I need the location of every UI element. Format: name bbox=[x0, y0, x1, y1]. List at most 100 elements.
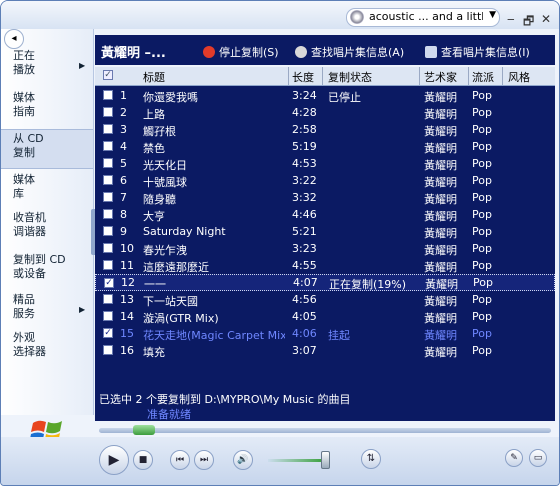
track-checkbox[interactable]: ✓ bbox=[104, 278, 114, 288]
track-artist: 黃耀明 bbox=[424, 312, 457, 325]
column-divider[interactable] bbox=[468, 67, 469, 85]
column-length[interactable]: 长度 bbox=[292, 69, 314, 85]
now-playing-box[interactable]: acoustic ... and a little r ▼ bbox=[346, 8, 500, 27]
column-copy-status[interactable]: 复制状态 bbox=[328, 69, 372, 85]
track-length: 4:46 bbox=[292, 208, 317, 221]
nav-item[interactable]: 媒体 指南 bbox=[1, 89, 93, 127]
nav-item[interactable]: 收音机 调谐器 bbox=[1, 209, 93, 247]
track-row[interactable]: 3 觸孖根 2:58 黃耀明 Pop bbox=[95, 121, 555, 138]
track-checkbox[interactable] bbox=[103, 158, 113, 168]
track-title: 禁色 bbox=[143, 142, 165, 155]
chevron-down-icon[interactable]: ▼ bbox=[489, 10, 496, 20]
stop-copy-label: 停止复制(S) bbox=[219, 46, 279, 59]
close-button[interactable]: ✕ bbox=[541, 12, 551, 26]
volume-thumb[interactable] bbox=[321, 451, 330, 469]
seek-track[interactable] bbox=[99, 428, 551, 433]
track-number: 2 bbox=[120, 106, 127, 119]
track-artist: 黃耀明 bbox=[424, 108, 457, 121]
nav-item[interactable]: 从 CD 复制 bbox=[1, 129, 93, 169]
track-row[interactable]: 14 漩渦(GTR Mix) 4:05 黃耀明 Pop bbox=[95, 308, 555, 325]
stop-button[interactable]: ■ bbox=[133, 450, 153, 470]
track-number: 15 bbox=[120, 327, 134, 340]
play-button[interactable]: ▶ bbox=[99, 445, 129, 475]
nav-item-label: 媒体 指南 bbox=[13, 91, 35, 118]
seek-thumb[interactable] bbox=[133, 425, 155, 435]
track-checkbox[interactable] bbox=[103, 209, 113, 219]
shuffle-button[interactable]: ⇅ bbox=[361, 449, 381, 469]
nav-item[interactable]: 复制到 CD 或设备 bbox=[1, 251, 93, 289]
column-genre[interactable]: 流派 bbox=[472, 69, 494, 85]
now-playing-title: acoustic ... and a little r bbox=[369, 10, 483, 23]
track-checkbox[interactable] bbox=[103, 294, 113, 304]
track-checkbox[interactable] bbox=[103, 192, 113, 202]
nav-item[interactable]: 外观 选择器 bbox=[1, 329, 93, 367]
track-checkbox[interactable] bbox=[103, 141, 113, 151]
track-genre: Pop bbox=[472, 242, 492, 255]
track-artist: 黃耀明 bbox=[424, 227, 457, 240]
track-checkbox[interactable]: ✓ bbox=[103, 328, 113, 338]
select-all-checkbox[interactable]: ✓ bbox=[103, 70, 113, 80]
collapse-icon[interactable]: ◂ bbox=[4, 29, 24, 49]
column-artist[interactable]: 艺术家 bbox=[424, 69, 457, 85]
nav-item[interactable]: 正在 播放 ▶ bbox=[1, 47, 93, 85]
find-album-info-button[interactable]: 查找唱片集信息(A) bbox=[295, 44, 404, 60]
minimize-button[interactable]: ‒ bbox=[507, 12, 515, 26]
track-genre: Pop bbox=[472, 310, 492, 323]
track-checkbox[interactable] bbox=[103, 107, 113, 117]
track-row[interactable]: 11 這麼遠那麼近 4:55 黃耀明 Pop bbox=[95, 257, 555, 274]
track-row[interactable]: 4 禁色 5:19 黃耀明 Pop bbox=[95, 138, 555, 155]
track-length: 4:06 bbox=[292, 327, 317, 340]
track-genre: Pop bbox=[472, 327, 492, 340]
track-artist: 黃耀明 bbox=[424, 142, 457, 155]
track-checkbox[interactable] bbox=[103, 243, 113, 253]
track-row[interactable]: 2 上路 4:28 黃耀明 Pop bbox=[95, 104, 555, 121]
nav-item-label: 外观 选择器 bbox=[13, 331, 46, 358]
feature-taskbar: ◂ 正在 播放 ▶ 媒体 指南从 CD 复制 媒体 库收音机 调谐器 复制到 CD 或设… bbox=[1, 29, 97, 415]
column-divider[interactable] bbox=[322, 67, 323, 85]
pen-icon[interactable]: ✎ bbox=[505, 449, 523, 467]
track-row[interactable]: 5 光天化日 4:53 黃耀明 Pop bbox=[95, 155, 555, 172]
track-row[interactable]: 1 你還愛我嗎 3:24 已停止 黃耀明 Pop bbox=[95, 87, 555, 104]
nav-item[interactable]: 媒体 库 bbox=[1, 171, 93, 209]
track-row[interactable]: ✓ 12 一一 4:07 正在复制(19%) 黃耀明 Pop bbox=[95, 274, 555, 291]
track-row[interactable]: 9 Saturday Night 5:21 黃耀明 Pop bbox=[95, 223, 555, 240]
track-row[interactable]: 16 填充 3:07 黃耀明 Pop bbox=[95, 342, 555, 359]
restore-button[interactable]: 🗗 bbox=[523, 12, 534, 33]
view-album-info-label: 查看唱片集信息(I) bbox=[441, 46, 530, 59]
track-checkbox[interactable] bbox=[103, 124, 113, 134]
column-style[interactable]: 风格 bbox=[508, 69, 530, 85]
track-checkbox[interactable] bbox=[103, 226, 113, 236]
next-button[interactable]: ⏭ bbox=[194, 450, 214, 470]
track-title: 大亨 bbox=[143, 210, 165, 223]
column-divider[interactable] bbox=[419, 67, 420, 85]
mute-button[interactable]: 🔊 bbox=[233, 450, 253, 470]
track-row[interactable]: 13 下一站天國 4:56 黃耀明 Pop bbox=[95, 291, 555, 308]
track-checkbox[interactable] bbox=[103, 175, 113, 185]
track-row[interactable]: 8 大亨 4:46 黃耀明 Pop bbox=[95, 206, 555, 223]
column-divider[interactable] bbox=[502, 67, 503, 85]
track-checkbox[interactable] bbox=[103, 260, 113, 270]
track-row[interactable]: 6 十號風球 3:22 黃耀明 Pop bbox=[95, 172, 555, 189]
track-length: 3:07 bbox=[292, 344, 317, 357]
seek-bar[interactable] bbox=[99, 425, 551, 435]
stop-copy-button[interactable]: 停止复制(S) bbox=[203, 44, 279, 60]
nav-item[interactable]: 精品 服务 ▶ bbox=[1, 291, 93, 329]
playback-controls: ▶ ■ ⏮ ⏭ 🔊 ⇅ ✎ ▭ bbox=[93, 437, 559, 485]
track-genre: Pop bbox=[472, 208, 492, 221]
track-genre: Pop bbox=[472, 140, 492, 153]
column-title[interactable]: 标题 bbox=[143, 69, 165, 85]
mini-player-icon[interactable]: ▭ bbox=[529, 449, 547, 467]
view-album-info-button[interactable]: 查看唱片集信息(I) bbox=[425, 44, 530, 60]
track-title: 漩渦(GTR Mix) bbox=[143, 312, 219, 325]
track-row[interactable]: 7 隨身聽 3:32 黃耀明 Pop bbox=[95, 189, 555, 206]
track-row[interactable]: ✓ 15 花天走地(Magic Carpet Mix) 4:06 挂起 黃耀明 Pop bbox=[95, 325, 555, 342]
column-divider[interactable] bbox=[288, 67, 289, 85]
track-checkbox[interactable] bbox=[103, 90, 113, 100]
track-genre: Pop bbox=[472, 123, 492, 136]
track-row[interactable]: 10 春光乍洩 3:23 黃耀明 Pop bbox=[95, 240, 555, 257]
track-checkbox[interactable] bbox=[103, 345, 113, 355]
track-number: 3 bbox=[120, 123, 127, 136]
previous-button[interactable]: ⏮ bbox=[170, 450, 190, 470]
track-checkbox[interactable] bbox=[103, 311, 113, 321]
track-genre: Pop bbox=[472, 293, 492, 306]
